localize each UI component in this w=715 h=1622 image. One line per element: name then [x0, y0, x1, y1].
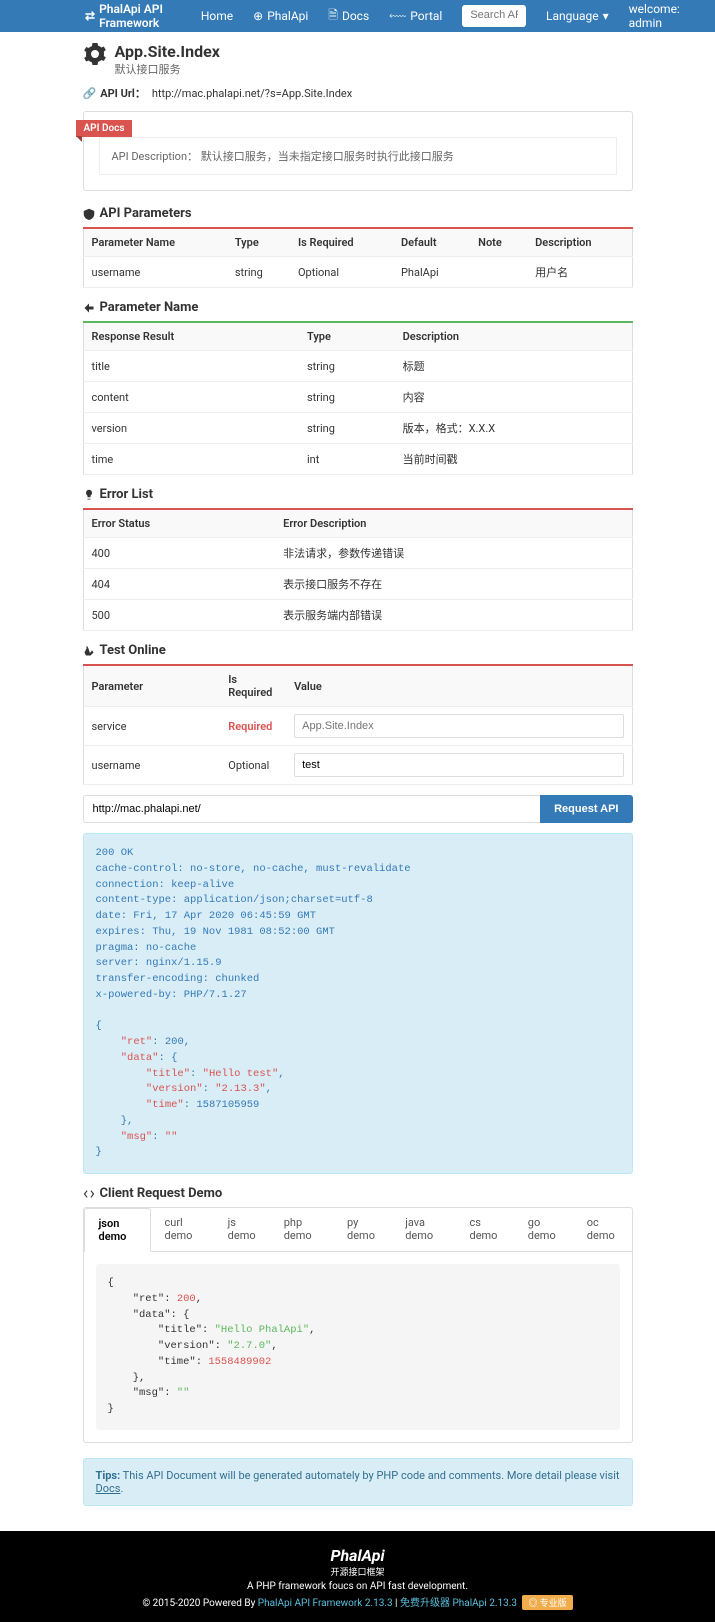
param-input[interactable]: [294, 714, 623, 738]
gears-icon: [83, 42, 107, 70]
returns-table: Response ResultTypeDescription titlestri…: [83, 321, 633, 475]
api-docs-badge: API Docs: [76, 120, 133, 137]
chart-icon: ⬳: [389, 9, 406, 24]
tab-oc-demo[interactable]: oc demo: [573, 1208, 632, 1251]
tips-box: Tips: This API Document will be generate…: [83, 1458, 633, 1506]
tips-docs-link[interactable]: Docs: [96, 1482, 121, 1495]
tab-py-demo[interactable]: py demo: [333, 1208, 391, 1251]
table-row: usernameOptional: [83, 746, 632, 785]
tab-go-demo[interactable]: go demo: [514, 1208, 573, 1251]
nav-docs[interactable]: 🗎Docs: [318, 6, 379, 27]
table-row: timeint当前时间戳: [83, 444, 632, 475]
param-input[interactable]: [294, 753, 623, 777]
params-table: Parameter NameTypeIs RequiredDefaultNote…: [83, 227, 633, 288]
section-api-parameters: API Parameters: [83, 206, 633, 221]
doc-icon: 🗎: [328, 6, 338, 27]
table-row: 404表示接口服务不存在: [83, 569, 632, 600]
response-box: 200 OK cache-control: no-store, no-cache…: [83, 833, 633, 1174]
demo-code: { "ret": 200, "data": { "title": "Hello …: [96, 1264, 620, 1430]
api-docs-card: API Docs API Description： 默认接口服务，当未指定接口服…: [83, 111, 633, 191]
brand-icon: ⇄: [85, 9, 95, 23]
footer-logo: PhalApi: [0, 1546, 715, 1565]
brand[interactable]: ⇄ PhalApi API Framework: [85, 2, 176, 30]
welcome-text: welcome: admin: [619, 2, 695, 30]
table-row: usernamestringOptionalPhalApi用户名: [83, 257, 632, 288]
request-api-button[interactable]: Request API: [540, 795, 632, 823]
search-box[interactable]: [462, 5, 526, 27]
top-navbar: ⇄ PhalApi API Framework Home ⊕PhalApi 🗎D…: [0, 0, 715, 32]
api-url-row: 🔗 API Url： http://mac.phalapi.net/?s=App…: [83, 85, 633, 101]
tab-curl-demo[interactable]: curl demo: [151, 1208, 214, 1251]
section-client-demo: Client Request Demo: [83, 1186, 633, 1201]
page-header: App.Site.Index 默认接口服务: [83, 42, 633, 77]
demo-card: json democurl demojs demophp demopy demo…: [83, 1207, 633, 1443]
language-dropdown[interactable]: Language ▾: [536, 9, 619, 23]
pro-badge: ◎ 专业版: [522, 1595, 572, 1610]
link-icon: 🔗: [83, 87, 97, 100]
test-table: ParameterIs RequiredValue serviceRequire…: [83, 664, 633, 785]
section-errors: Error List: [83, 487, 633, 502]
tab-json-demo[interactable]: json demo: [84, 1208, 151, 1252]
nav-phalapi[interactable]: ⊕PhalApi: [243, 9, 318, 23]
tab-php-demo[interactable]: php demo: [270, 1208, 333, 1251]
table-row: contentstring内容: [83, 382, 632, 413]
footer-link-upgrade[interactable]: 免费升级器 PhalApi 2.13.3: [400, 1598, 517, 1609]
table-row: 400非法请求，参数传递错误: [83, 538, 632, 569]
tab-java-demo[interactable]: java demo: [391, 1208, 455, 1251]
api-subtitle: 默认接口服务: [115, 61, 220, 77]
table-row: titlestring标题: [83, 351, 632, 382]
demo-tabs: json democurl demojs demophp demopy demo…: [84, 1208, 632, 1252]
table-row: 500表示服务端内部错误: [83, 600, 632, 631]
search-input[interactable]: [470, 9, 518, 21]
globe-icon: ⊕: [253, 9, 263, 23]
errors-table: Error StatusError Description 400非法请求，参数…: [83, 508, 633, 631]
footer-link-framework[interactable]: PhalApi API Framework 2.13.3: [258, 1598, 393, 1609]
nav-home[interactable]: Home: [191, 9, 243, 23]
section-returns: Parameter Name: [83, 300, 633, 315]
table-row: versionstring版本，格式：X.X.X: [83, 413, 632, 444]
tab-cs-demo[interactable]: cs demo: [455, 1208, 513, 1251]
request-url-input[interactable]: [83, 795, 541, 823]
api-title: App.Site.Index: [115, 42, 220, 61]
footer: PhalApi 开源接口框架 A PHP framework foucs on …: [0, 1531, 715, 1622]
api-url[interactable]: http://mac.phalapi.net/?s=App.Site.Index: [152, 87, 352, 100]
chevron-down-icon: ▾: [603, 9, 609, 23]
tab-js-demo[interactable]: js demo: [214, 1208, 270, 1251]
table-row: serviceRequired: [83, 707, 632, 746]
request-row: Request API: [83, 795, 633, 823]
section-test-online: Test Online: [83, 643, 633, 658]
nav-portal[interactable]: ⬳Portal: [379, 9, 452, 24]
